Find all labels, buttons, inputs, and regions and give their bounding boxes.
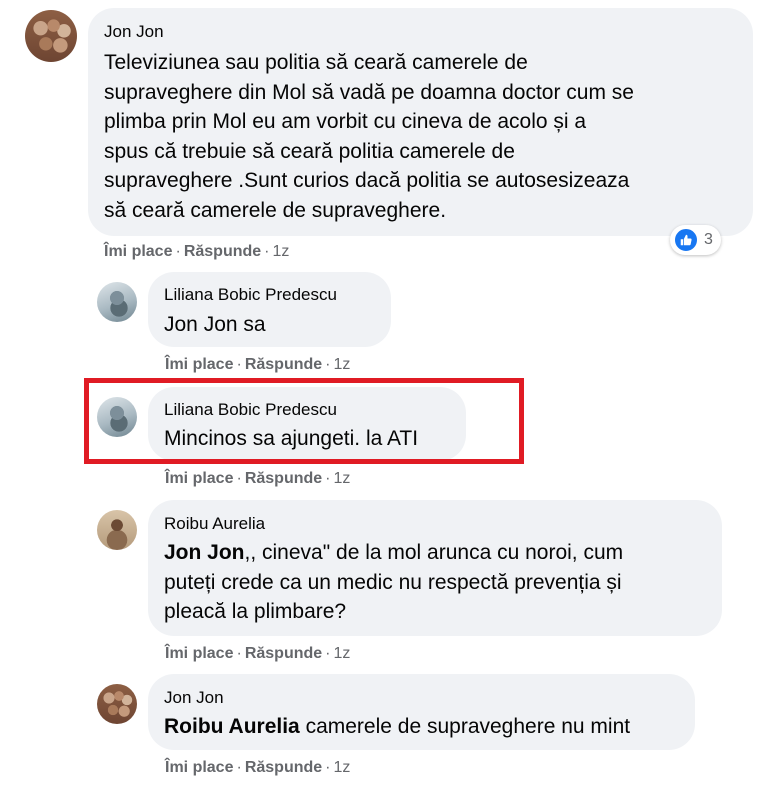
timestamp[interactable]: 1z <box>272 243 289 260</box>
comment-bubble: Jon Jon Televiziunea sau politia să cear… <box>88 8 753 236</box>
like-button[interactable]: Îmi place <box>165 356 233 373</box>
separator: · <box>236 470 242 487</box>
comment-text: Jon Jon sa <box>164 313 266 336</box>
comment-text-line: supraveghere .Sunt curios dacă politia s… <box>104 169 630 192</box>
like-button[interactable]: Îmi place <box>165 645 233 662</box>
mention-link[interactable]: Roibu Aurelia <box>164 715 300 738</box>
comment-bubble: Roibu Aurelia Jon Jon,, cineva" de la mo… <box>148 500 722 636</box>
avatar[interactable] <box>25 10 77 62</box>
comment-text: Jon Jon,, cineva" de la mol arunca cu no… <box>164 538 623 627</box>
separator: · <box>325 759 331 776</box>
mention-link[interactable]: Jon Jon <box>164 541 245 564</box>
reply-button[interactable]: Răspunde <box>245 470 322 487</box>
comment-actions: Îmi place · Răspunde · 1z <box>165 759 350 777</box>
reply-button[interactable]: Răspunde <box>184 243 261 260</box>
separator: · <box>325 356 331 373</box>
timestamp[interactable]: 1z <box>333 645 350 662</box>
separator: · <box>236 356 242 373</box>
separator: · <box>325 470 331 487</box>
separator: · <box>236 759 242 776</box>
comment-text: Roibu Aurelia camerele de supraveghere n… <box>164 712 630 742</box>
reply-button[interactable]: Răspunde <box>245 759 322 776</box>
comment-bubble: Liliana Bobic Predescu Mincinos sa ajung… <box>148 387 466 461</box>
reaction-count-value: 3 <box>704 231 713 248</box>
separator: · <box>325 645 331 662</box>
comment-actions: Îmi place · Răspunde · 1z <box>165 356 350 374</box>
comment-author[interactable]: Jon Jon <box>104 22 164 42</box>
reply-button[interactable]: Răspunde <box>245 356 322 373</box>
comment-text: Televiziunea sau politia să ceară camere… <box>104 48 634 225</box>
comment-author[interactable]: Jon Jon <box>164 688 224 708</box>
comment-text-part: ,, cineva" de la mol arunca cu noroi, cu… <box>244 541 624 564</box>
comment-text-line: puteți crede ca un medic nu respectă pre… <box>164 570 622 594</box>
comment-actions: Îmi place · Răspunde · 1z <box>165 470 350 488</box>
comment-text-line: Jon Jon,, cineva" de la mol arunca cu no… <box>164 538 623 568</box>
comment-author[interactable]: Liliana Bobic Predescu <box>164 285 337 305</box>
comment-author[interactable]: Liliana Bobic Predescu <box>164 400 337 420</box>
avatar[interactable] <box>97 684 137 724</box>
comment-bubble: Liliana Bobic Predescu Jon Jon sa <box>148 272 391 347</box>
comment-text-line: să ceară camerele de supraveghere. <box>104 198 447 222</box>
comment-text-line: spus că trebuie să ceară politia camerel… <box>104 139 515 163</box>
comment-text-line: pleacă la plimbare? <box>164 600 347 623</box>
reply-button[interactable]: Răspunde <box>245 645 322 662</box>
like-icon <box>674 228 698 252</box>
comment-text-part: camerele de supraveghere nu mint <box>299 715 631 738</box>
reaction-count[interactable]: 3 <box>670 225 721 255</box>
timestamp[interactable]: 1z <box>333 356 350 373</box>
timestamp[interactable]: 1z <box>333 759 350 776</box>
avatar[interactable] <box>97 282 137 322</box>
avatar[interactable] <box>97 510 137 550</box>
comment-bubble: Jon Jon Roibu Aurelia camerele de suprav… <box>148 674 695 750</box>
like-button[interactable]: Îmi place <box>165 759 233 776</box>
avatar[interactable] <box>97 397 137 437</box>
like-button[interactable]: Îmi place <box>104 243 172 260</box>
like-button[interactable]: Îmi place <box>165 470 233 487</box>
comment-text-line: Televiziunea sau politia să ceară camere… <box>104 51 528 74</box>
comment-text-line: plimba prin Mol eu am vorbit cu cineva d… <box>104 110 587 133</box>
comment-actions: Îmi place · Răspunde · 1z <box>104 243 289 261</box>
comment-actions: Îmi place · Răspunde · 1z <box>165 645 350 663</box>
timestamp[interactable]: 1z <box>333 470 350 487</box>
comment-author[interactable]: Roibu Aurelia <box>164 514 265 534</box>
separator: · <box>236 645 242 662</box>
separator: · <box>264 243 270 260</box>
comment-text-line: supraveghere din Mol să vadă pe doamna d… <box>104 80 634 104</box>
separator: · <box>175 243 181 260</box>
comment-text: Mincinos sa ajungeti. la ATI <box>164 427 419 450</box>
